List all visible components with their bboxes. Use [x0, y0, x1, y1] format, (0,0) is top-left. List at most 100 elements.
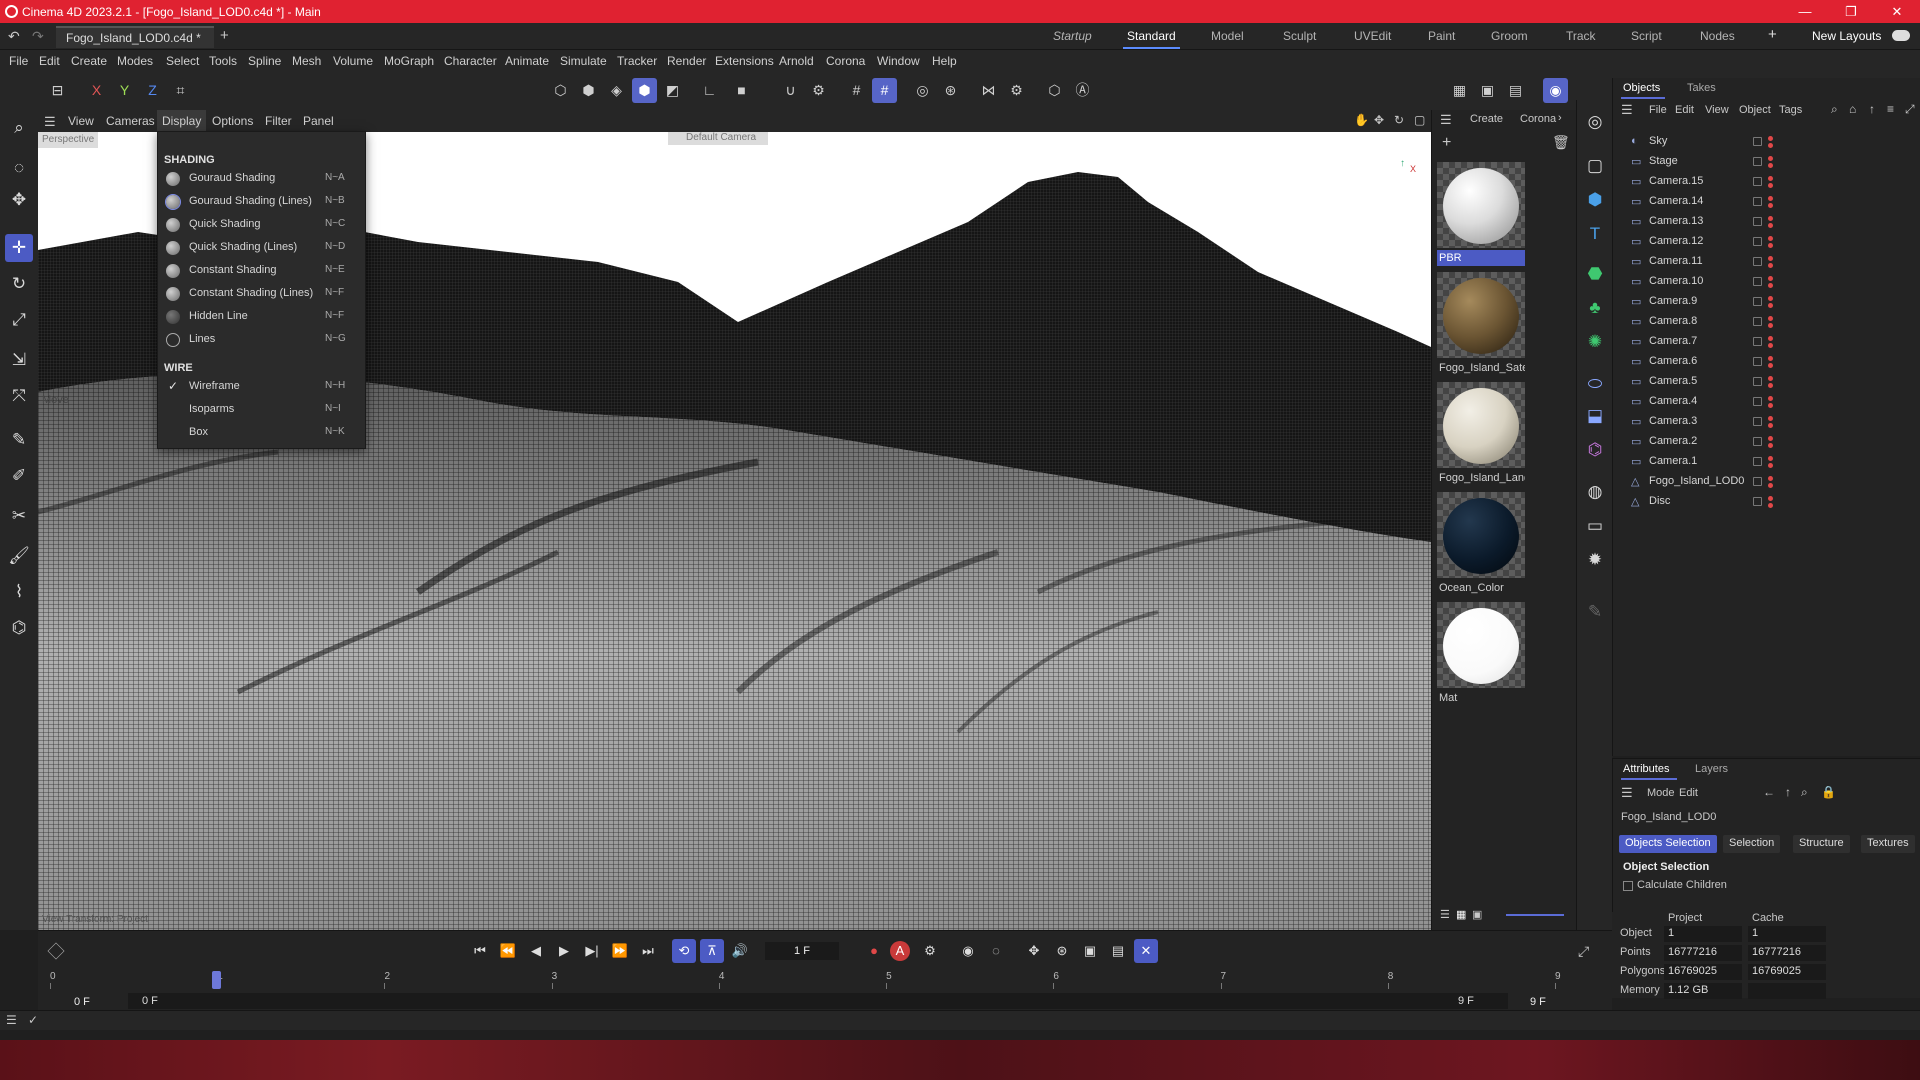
tab-layers[interactable]: Layers [1695, 763, 1728, 775]
smooth-tool-icon[interactable]: ⌬ [5, 614, 33, 642]
light-icon[interactable]: ✹ [1581, 546, 1609, 574]
knife-tool-icon[interactable]: ✂ [5, 502, 33, 530]
menu-character[interactable]: Character [444, 54, 497, 68]
preview-range-bar[interactable] [128, 993, 1508, 1009]
arnold-icon[interactable]: Ⓐ [1070, 78, 1095, 103]
editor-visibility-dot[interactable] [1768, 376, 1773, 381]
chevron-right-icon[interactable]: › [1558, 112, 1562, 124]
menu-item-constant-shading-lines[interactable]: Constant Shading (Lines) N~F [158, 283, 365, 305]
layer-toggle-icon[interactable] [1753, 277, 1762, 286]
layer-toggle-icon[interactable] [1753, 297, 1762, 306]
menu-file[interactable]: File [9, 54, 28, 68]
layer-toggle-icon[interactable] [1753, 137, 1762, 146]
editor-visibility-dot[interactable] [1768, 276, 1773, 281]
back-arrow-icon[interactable]: ← [1763, 785, 1775, 799]
material-thumb-fogo-island-land[interactable] [1437, 382, 1525, 468]
snap-icon[interactable]: # [844, 78, 869, 103]
menu-item-constant-shading[interactable]: Constant Shading N~E [158, 260, 365, 282]
rotate-tool-icon[interactable]: ↻ [5, 270, 33, 298]
up-arrow-icon[interactable]: ↑ [1869, 102, 1875, 116]
menu-item-gouraud-shading-lines[interactable]: Gouraud Shading (Lines) N~B [158, 191, 365, 213]
render-visibility-dot[interactable] [1768, 363, 1773, 368]
subtab-structure[interactable]: Structure [1793, 835, 1850, 853]
tab-objects[interactable]: Objects [1623, 82, 1660, 94]
preview-start-field[interactable]: 0 F [142, 995, 158, 1007]
render-visibility-dot[interactable] [1768, 163, 1773, 168]
render-to-picture-viewer-icon[interactable]: ▣ [1475, 78, 1500, 103]
subdivision-surface-icon[interactable]: ⬣ [1581, 260, 1609, 288]
material-thumb-ocean-color[interactable] [1437, 492, 1525, 578]
undo-icon[interactable]: ↶ [8, 28, 20, 45]
polygons-mode-icon[interactable]: ◈ [604, 78, 629, 103]
object-row[interactable]: ▭ Camera.11 [1613, 252, 1920, 272]
material-menu-corona[interactable]: Corona [1520, 113, 1556, 125]
brush-disabled-icon[interactable]: ✎ [1581, 598, 1609, 626]
object-row[interactable]: △ Fogo_Island_LOD0 [1613, 472, 1920, 492]
effector-icon[interactable]: ✺ [1581, 328, 1609, 356]
redo-icon[interactable]: ↷ [32, 28, 44, 45]
editor-visibility-dot[interactable] [1768, 416, 1773, 421]
viewport-menu-options[interactable]: Options [212, 114, 253, 128]
object-row[interactable]: ▭ Camera.6 [1613, 352, 1920, 372]
menu-edit[interactable]: Edit [39, 54, 60, 68]
attributes-menu-edit[interactable]: Edit [1679, 787, 1698, 799]
material-thumb-fogo-island-satel[interactable] [1437, 272, 1525, 358]
timeline-graph-icon[interactable]: ⤢ [1578, 943, 1589, 960]
viewport-menu-filter[interactable]: Filter [265, 114, 292, 128]
pan-view-icon[interactable]: ✋ [1354, 113, 1369, 127]
loop-button[interactable]: ⟲ [672, 939, 696, 963]
object-row[interactable]: ▭ Camera.8 [1613, 312, 1920, 332]
restore-button[interactable]: ❐ [1828, 0, 1874, 23]
frame-ruler[interactable]: 0123456789 [50, 971, 1590, 991]
render-visibility-dot[interactable] [1768, 263, 1773, 268]
viewport-menu-view[interactable]: View [68, 114, 94, 128]
menu-select[interactable]: Select [166, 54, 199, 68]
tweak-mode-icon[interactable]: ■ [729, 78, 754, 103]
menu-window[interactable]: Window [877, 54, 920, 68]
preview-range-button[interactable]: ⊼ [700, 939, 724, 963]
placement-tool-icon[interactable]: ⤧ [5, 382, 33, 410]
menu-item-isoparms[interactable]: Isoparms N~I [158, 399, 365, 421]
layer-toggle-icon[interactable] [1753, 197, 1762, 206]
render-visibility-dot[interactable] [1768, 183, 1773, 188]
render-visibility-dot[interactable] [1768, 483, 1773, 488]
document-tab[interactable]: Fogo_Island_LOD0.c4d * [56, 26, 214, 48]
objects-menu-file[interactable]: File [1649, 104, 1667, 116]
menu-tracker[interactable]: Tracker [617, 54, 657, 68]
layer-toggle-icon[interactable] [1753, 397, 1762, 406]
menu-spline[interactable]: Spline [248, 54, 281, 68]
autokey-button[interactable]: A [890, 941, 910, 961]
editor-visibility-dot[interactable] [1768, 436, 1773, 441]
editor-visibility-dot[interactable] [1768, 456, 1773, 461]
scale-key-button[interactable]: ✥ [1022, 939, 1046, 963]
layout-tab-standard[interactable]: Standard [1123, 29, 1180, 49]
go-to-start-button[interactable]: ⏮ [468, 939, 492, 963]
render-visibility-dot[interactable] [1768, 243, 1773, 248]
layout-tab-groom[interactable]: Groom [1491, 29, 1528, 43]
scale-tool-icon[interactable]: ⤢ [5, 306, 33, 334]
soft-selection-icon[interactable]: ⚙ [806, 78, 831, 103]
material-thumb-pbr[interactable] [1437, 162, 1525, 248]
layer-toggle-icon[interactable] [1753, 217, 1762, 226]
render-region-icon[interactable]: ▦ [1447, 78, 1472, 103]
new-document-tab-button[interactable]: + [220, 27, 229, 44]
expand-panel-icon[interactable]: ⤢ [1905, 102, 1915, 117]
bend-deformer-icon[interactable]: ⬓ [1581, 402, 1609, 430]
symmetry-settings-icon[interactable]: ⚙ [1004, 78, 1029, 103]
deformer-icon[interactable]: ⬭ [1581, 370, 1609, 398]
render-visibility-dot[interactable] [1768, 143, 1773, 148]
points-mode-icon[interactable]: ⬡ [548, 78, 573, 103]
position-key-button[interactable]: ◉ [956, 939, 980, 963]
model-mode-icon[interactable]: ⊟ [45, 78, 70, 103]
viewport-menu-display[interactable]: Display [157, 110, 207, 132]
objects-menu-view[interactable]: View [1705, 104, 1729, 116]
up-arrow-icon[interactable]: ↑ [1785, 785, 1791, 799]
render-visibility-dot[interactable] [1768, 343, 1773, 348]
add-material-icon[interactable]: + [1442, 134, 1451, 152]
play-button[interactable]: ▶ [552, 939, 576, 963]
field-icon[interactable]: ⌬ [1581, 436, 1609, 464]
menu-animate[interactable]: Animate [505, 54, 549, 68]
magnet-icon[interactable]: ∪ [778, 78, 803, 103]
home-icon[interactable]: ⌂ [1849, 102, 1856, 116]
subtab-objects-selection[interactable]: Objects Selection [1619, 835, 1717, 853]
